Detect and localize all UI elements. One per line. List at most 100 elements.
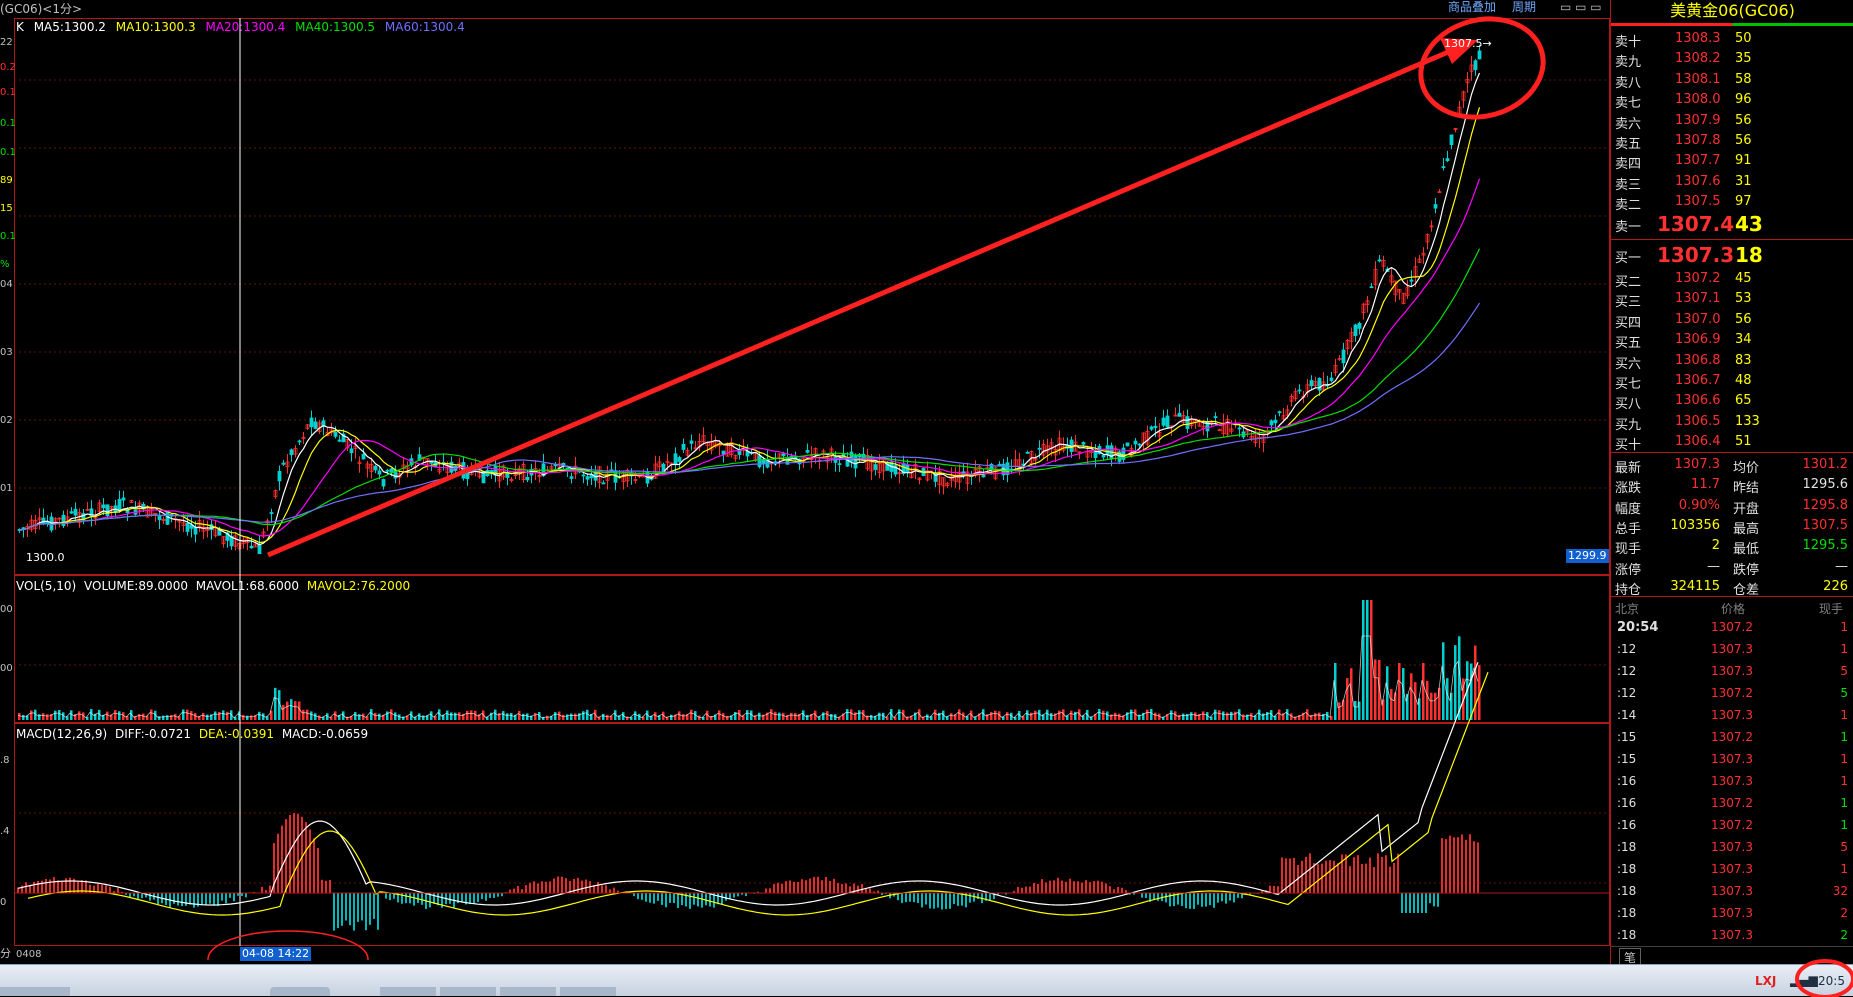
order-book-row[interactable]: 买五 1306.9 34 [1611, 329, 1853, 351]
tray-app-label[interactable]: LXJ [1755, 974, 1776, 988]
order-book-row[interactable]: 卖五 1307.8 56 [1611, 130, 1853, 152]
quote-stats: 最新 1307.3 均价 1301.2 涨跌 11.7 昨结 1295.6 幅度 0.90% 开盘 1… [1611, 452, 1853, 598]
level-price: 1308.0 [1675, 92, 1721, 108]
level-volume: 56 [1735, 112, 1752, 128]
macd-axis-label: .8 [0, 755, 10, 766]
order-book-row[interactable]: 卖七 1308.0 96 [1611, 89, 1853, 112]
stat-row: 涨停 — 跌停 — [1615, 558, 1848, 578]
bid1-price: 1307.3 [1657, 243, 1735, 267]
tick-row: :18 1307.3 2 [1617, 928, 1848, 942]
window-title: (GC06)<1分> [0, 2, 83, 16]
toolbar-icons[interactable]: ▭ ▭ ▭ [1560, 0, 1602, 14]
order-book-row[interactable]: 买三 1307.1 53 [1611, 288, 1853, 311]
level-volume: 35 [1735, 51, 1752, 67]
level-price: 1306.8 [1675, 352, 1721, 368]
instrument-title[interactable]: 美黄金06(GC06) [1611, 0, 1853, 22]
level-price: 1307.6 [1675, 173, 1721, 189]
level-label: 买十 [1615, 438, 1642, 454]
ma-legend-ma20: MA20:1300.4 [205, 20, 286, 34]
order-book-row[interactable]: 买七 1306.7 48 [1611, 370, 1853, 392]
ma-legend: K MA5:1300.2 MA10:1300.3 MA20:1300.4 MA4… [16, 20, 465, 34]
stat-row: 幅度 0.90% 开盘 1295.8 [1615, 497, 1848, 517]
annotation-circle-clock [1795, 959, 1853, 997]
level-label: 卖六 [1615, 116, 1642, 132]
order-book-row[interactable]: 买八 1306.6 65 [1611, 390, 1853, 412]
time-axis-date: 0408 [16, 949, 42, 960]
annotation-circle-peak [1418, 16, 1546, 120]
order-book-row[interactable]: 卖八 1308.1 58 [1611, 69, 1853, 91]
left-axis-label: 0.1 [0, 118, 16, 129]
level-label: 卖四 [1615, 157, 1642, 173]
ask1-row[interactable]: 卖一 1307.4 43 [1611, 210, 1853, 236]
level-price: 1306.7 [1675, 373, 1721, 388]
level-price: 1307.2 [1675, 271, 1721, 286]
ma-legend-ma5: MA5:1300.2 [33, 20, 106, 34]
bid1-label: 买一 [1615, 251, 1642, 266]
ma-legend-ma40: MA40:1300.5 [295, 20, 376, 34]
level-label: 买二 [1615, 275, 1642, 290]
level-price: 1308.2 [1675, 51, 1721, 67]
level-price: 1307.0 [1675, 311, 1721, 327]
annotation-arrow [267, 44, 1461, 558]
cursor-price-label: 1300.0 [26, 551, 65, 564]
tick-row: :12 1307.3 5 [1617, 664, 1848, 678]
order-book-row[interactable]: 卖二 1307.5 97 [1611, 191, 1853, 213]
level-price: 1306.9 [1675, 332, 1721, 348]
ma-legend-ma60: MA60:1300.4 [384, 20, 465, 34]
level-price: 1308.3 [1675, 31, 1721, 46]
order-book-row[interactable]: 卖六 1307.9 56 [1611, 110, 1853, 132]
level-price: 1307.7 [1675, 153, 1721, 169]
order-book-row[interactable]: 卖四 1307.7 91 [1611, 150, 1853, 173]
level-volume: 51 [1735, 434, 1752, 450]
overlay-link[interactable]: 商品叠加 [1448, 0, 1496, 14]
tick-row: :15 1307.3 1 [1617, 752, 1848, 766]
level-label: 卖三 [1615, 177, 1642, 193]
order-book-row[interactable]: 卖十 1308.3 50 [1611, 28, 1853, 50]
left-axis-label: 04 [0, 279, 13, 290]
left-axis-label: 0.1 [0, 87, 16, 98]
macd-axis-label: 0 [0, 897, 7, 908]
level-price: 1307.8 [1675, 133, 1721, 148]
bid1-volume: 18 [1735, 243, 1763, 267]
cursor-time-label: 04-08 14:22 [240, 947, 312, 961]
left-axis-label: 0.2 [0, 62, 16, 73]
tick-row: :18 1307.3 2 [1617, 906, 1848, 920]
level-volume: 48 [1735, 373, 1752, 388]
left-axis-label: 15 [0, 203, 13, 214]
order-book-row[interactable]: 买九 1306.5 133 [1611, 411, 1853, 433]
quote-panel: 美黄金06(GC06) 卖十 1308.3 50 卖九 1308.2 35 卖八 1308.1… [1610, 0, 1853, 967]
ask1-volume: 43 [1735, 212, 1763, 236]
ask-book: 卖十 1308.3 50 卖九 1308.2 35 卖八 1308.1 58 卖七 1308.0 96… [1611, 28, 1853, 213]
ticks-divider [1611, 596, 1853, 597]
tick-list[interactable]: 20:54 1307.2 1:12 1307.3 1:12 1307.3 5:12 1307.… [1611, 616, 1853, 946]
order-book-row[interactable]: 卖九 1308.2 35 [1611, 48, 1853, 71]
bid1-row[interactable]: 买一 1307.3 18 [1611, 241, 1853, 267]
level-volume: 56 [1735, 311, 1752, 327]
price-chart [14, 16, 1610, 960]
level-label: 买三 [1615, 295, 1642, 311]
level-volume: 53 [1735, 291, 1752, 307]
order-book-row[interactable]: 买十 1306.4 51 [1611, 431, 1853, 454]
ask1-price: 1307.4 [1657, 212, 1735, 236]
left-axis-label: % [0, 259, 10, 270]
tick-row: :12 1307.3 1 [1617, 642, 1848, 656]
period-link[interactable]: 周期 [1512, 0, 1536, 14]
book-divider [1611, 239, 1853, 240]
level-label: 买六 [1615, 356, 1642, 372]
chart-area[interactable]: (GC06)<1分> 商品叠加 周期 ▭ ▭ ▭ K MA5:1300.2 MA… [0, 0, 1610, 961]
level-label: 卖九 [1615, 55, 1642, 71]
level-label: 卖七 [1615, 96, 1642, 112]
order-book-row[interactable]: 买四 1307.0 56 [1611, 309, 1853, 331]
tick-row: :12 1307.2 5 [1617, 686, 1848, 700]
order-book-row[interactable]: 买六 1306.8 83 [1611, 350, 1853, 372]
order-book-row[interactable]: 买二 1307.2 45 [1611, 268, 1853, 290]
tick-row: :16 1307.2 1 [1617, 818, 1848, 832]
order-book-row[interactable]: 卖三 1307.6 31 [1611, 171, 1853, 193]
left-axis-label: 0.1 [0, 231, 16, 242]
volume-axis-label: 00 [0, 604, 13, 615]
tick-row: :15 1307.2 1 [1617, 730, 1848, 744]
level-price: 1306.5 [1675, 413, 1721, 429]
tick-row: :16 1307.2 1 [1617, 796, 1848, 810]
tick-row: :18 1307.3 1 [1617, 862, 1848, 876]
stat-row: 现手 2 最低 1295.5 [1615, 538, 1848, 558]
